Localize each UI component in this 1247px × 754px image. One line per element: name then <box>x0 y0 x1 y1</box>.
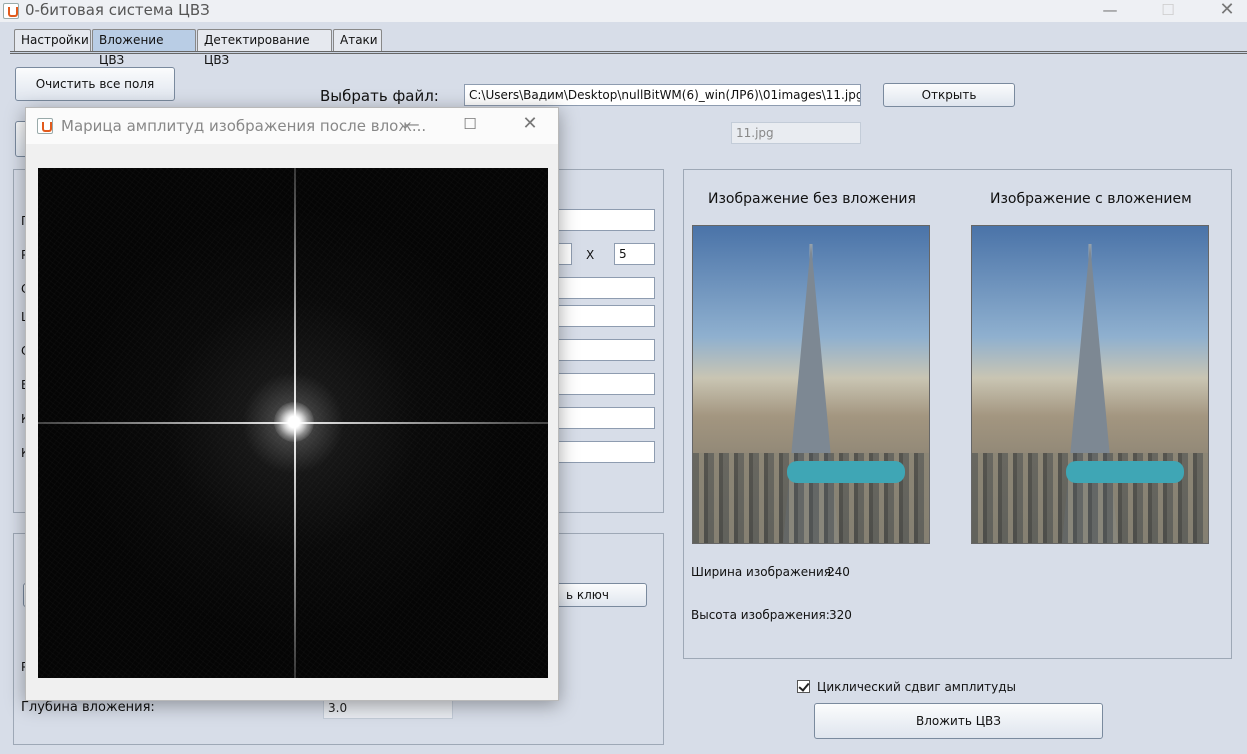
tab-divider <box>10 51 1247 54</box>
size-height-field[interactable]: 5 <box>614 243 655 265</box>
java-app-icon <box>37 118 53 134</box>
open-button[interactable]: Открыть <box>883 83 1015 107</box>
depth-label: Глубина вложения: <box>21 700 155 715</box>
height-label: Высота изображения: <box>691 608 830 622</box>
original-image <box>692 225 930 544</box>
amplitude-spectrum-image <box>38 168 548 678</box>
window-titlebar: 0-битовая система ЦВЗ — ☐ ✕ <box>0 0 1247 22</box>
popup-close-icon[interactable]: ✕ <box>510 114 550 136</box>
choose-file-label: Выбрать файл: <box>320 87 439 105</box>
embed-watermark-button[interactable]: Вложить ЦВЗ <box>814 703 1103 739</box>
cyclic-shift-label: Циклический сдвиг амплитуды <box>817 680 1017 694</box>
tab-settings[interactable]: Настройки <box>14 29 91 51</box>
width-label: Ширина изображения: <box>691 565 836 579</box>
tab-detect[interactable]: Детектирование ЦВЗ <box>197 29 332 67</box>
cyclic-shift-checkbox[interactable] <box>797 680 810 693</box>
popup-minimize-icon[interactable]: — <box>392 114 432 136</box>
close-icon[interactable]: ✕ <box>1207 0 1247 22</box>
amplitude-matrix-window: Марица амплитуд изображения после влож..… <box>25 107 559 701</box>
maximize-icon[interactable]: ☐ <box>1148 0 1188 22</box>
height-value: 320 <box>829 608 852 622</box>
original-image-title: Изображение без вложения <box>708 191 916 207</box>
popup-maximize-icon[interactable]: ☐ <box>450 114 490 136</box>
size-separator: X <box>586 248 595 262</box>
embedded-image <box>971 225 1209 544</box>
java-app-icon <box>3 3 19 19</box>
clear-all-button[interactable]: Очистить все поля <box>15 67 175 101</box>
file-path-field[interactable]: C:\Users\Вадим\Desktop\nullBitWM(6)_win(… <box>464 84 861 106</box>
embedded-image-title: Изображение с вложением <box>990 191 1192 207</box>
tab-embed[interactable]: Вложение ЦВЗ <box>92 29 196 67</box>
window-title: 0-битовая система ЦВЗ <box>25 1 210 19</box>
minimize-icon[interactable]: — <box>1090 0 1130 22</box>
width-value: 240 <box>827 565 850 579</box>
popup-titlebar: Марица амплитуд изображения после влож..… <box>26 108 558 144</box>
file-name-field: 11.jpg <box>731 122 861 144</box>
tab-attacks[interactable]: Атаки <box>333 29 382 51</box>
popup-title: Марица амплитуд изображения после влож..… <box>61 117 427 135</box>
